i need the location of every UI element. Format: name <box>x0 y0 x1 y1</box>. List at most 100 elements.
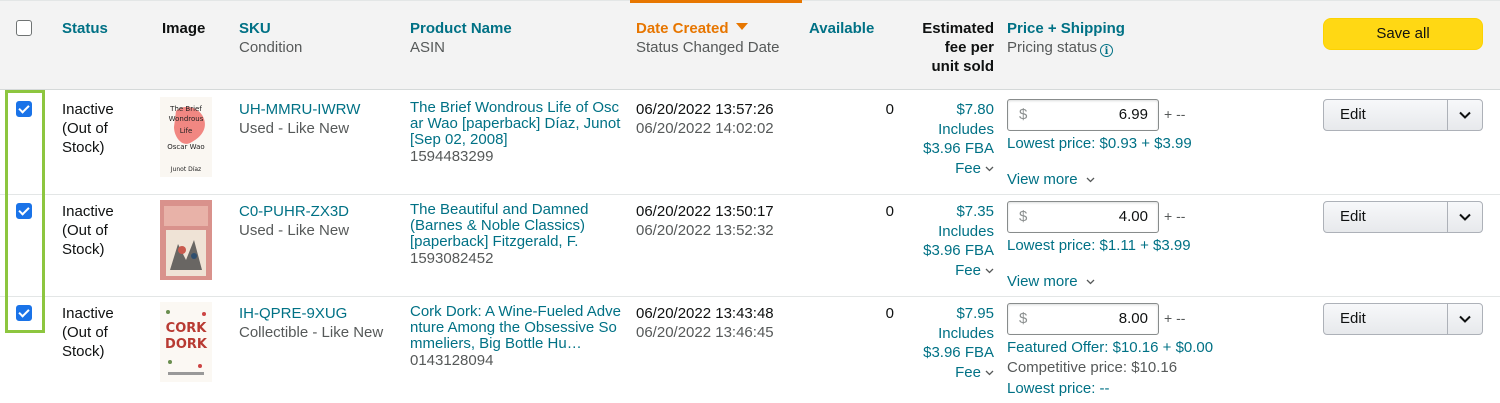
product-name-link[interactable]: The Beautiful and Damned (Barnes & Noble… <box>410 202 626 250</box>
fee-word-wrap: Fee <box>904 159 994 179</box>
condition-text: Used - Like New <box>239 120 350 137</box>
status-text: (Out of <box>62 222 108 239</box>
date-created-text: 06/20/2022 13:57:26 <box>636 101 774 118</box>
fee-fba: $3.96 FBA <box>923 344 994 361</box>
price-value: 4.00 <box>1118 208 1148 225</box>
sku-link[interactable]: IH-QPRE-9XUG <box>239 304 383 323</box>
view-more-label: View more <box>1007 273 1078 290</box>
condition-text: Collectible - Like New <box>239 324 384 341</box>
chevron-down-icon[interactable] <box>985 268 994 274</box>
sku-link[interactable]: UH-MMRU-IWRW <box>239 100 360 119</box>
lowest-price-line[interactable]: Lowest price: -- <box>1007 379 1110 398</box>
fee-amount: $7.80 <box>956 101 994 118</box>
header-fee-line1: Estimated <box>922 20 994 37</box>
date-cell: 06/20/2022 13:50:17 06/20/2022 13:52:32 <box>636 202 774 240</box>
price-input[interactable]: $ 8.00 <box>1007 303 1159 335</box>
currency-symbol: $ <box>1019 310 1028 327</box>
header-pricing-status: Pricing status <box>1007 39 1098 56</box>
fee-cell[interactable]: $7.95 Includes $3.96 FBA Fee <box>904 304 994 382</box>
price-input[interactable]: $ 4.00 <box>1007 201 1159 233</box>
sku-cell: UH-MMRU-IWRW Used - Like New <box>239 100 360 138</box>
fee-word: Fee <box>955 261 981 279</box>
status-text: Stock) <box>62 241 105 258</box>
edit-split-button: Edit <box>1323 303 1483 335</box>
header-product-name[interactable]: Product Name <box>410 19 512 38</box>
product-cell: The Brief Wondrous Life of Oscar Wao [pa… <box>410 100 624 166</box>
header-date-created-wrap[interactable]: Date Created <box>636 19 779 38</box>
row-divider <box>0 296 1500 297</box>
status-cell: Inactive (Out of Stock) <box>62 202 114 259</box>
header-status-changed-date: Status Changed Date <box>636 39 780 56</box>
header-status[interactable]: Status <box>62 19 108 38</box>
header-price-block: Price + Shipping Pricing status i <box>1007 19 1125 57</box>
price-value: 8.00 <box>1118 310 1148 327</box>
select-all-checkbox[interactable] <box>16 20 32 36</box>
row-checkbox[interactable] <box>16 101 32 117</box>
featured-offer-line[interactable]: Featured Offer: $10.16 + $0.00 <box>1007 338 1213 357</box>
pricing-status-line[interactable]: Lowest price: $1.11 + $3.99 <box>1007 236 1191 255</box>
book-cover-image: CORK DORK <box>160 302 212 382</box>
header-sku[interactable]: SKU <box>239 19 302 38</box>
product-thumbnail[interactable]: CORK DORK <box>160 302 212 382</box>
product-name-link[interactable]: Cork Dork: A Wine-Fueled Adventure Among… <box>410 304 624 352</box>
edit-button[interactable]: Edit <box>1340 208 1366 225</box>
fee-includes: Includes <box>938 324 994 342</box>
sku-link[interactable]: C0-PUHR-ZX3D <box>239 202 349 221</box>
header-fee-block: Estimated fee per unit sold <box>900 19 994 76</box>
save-all-button[interactable]: Save all <box>1323 18 1483 50</box>
svg-text:Wondrous: Wondrous <box>169 115 204 123</box>
svg-text:The Brief: The Brief <box>169 105 202 113</box>
fee-amount: $7.35 <box>956 203 994 220</box>
info-icon[interactable]: i <box>1100 44 1114 57</box>
pricing-status-line[interactable]: Lowest price: $0.93 + $3.99 <box>1007 134 1192 153</box>
date-created-text: 06/20/2022 13:43:48 <box>636 305 774 322</box>
price-input[interactable]: $ 6.99 <box>1007 99 1159 131</box>
header-condition: Condition <box>239 39 303 56</box>
chevron-down-icon[interactable] <box>1457 209 1473 225</box>
edit-button[interactable]: Edit <box>1340 310 1366 327</box>
header-sku-block: SKU Condition <box>239 19 302 57</box>
shipping-text: + -- <box>1164 208 1186 224</box>
available-value: 0 <box>885 101 894 118</box>
header-date-created[interactable]: Date Created <box>636 20 729 37</box>
header-fee-line3: unit sold <box>931 58 995 75</box>
asin-text: 1593082452 <box>410 250 494 267</box>
view-more-label: View more <box>1007 171 1078 188</box>
chevron-down-icon[interactable] <box>1457 107 1473 123</box>
fee-cell[interactable]: $7.35 Includes $3.96 FBA Fee <box>904 202 994 280</box>
button-divider <box>1447 304 1448 334</box>
header-date-block: Date Created Status Changed Date <box>636 19 779 57</box>
product-thumbnail[interactable] <box>160 200 212 280</box>
status-cell: Inactive (Out of Stock) <box>62 304 114 361</box>
product-thumbnail[interactable]: The Brief Wondrous Life Oscar Wao Junot … <box>160 97 212 177</box>
book-cover-image <box>160 200 212 280</box>
fee-cell[interactable]: $7.80 Includes $3.96 FBA Fee <box>904 100 994 178</box>
edit-button[interactable]: Edit <box>1340 106 1366 123</box>
price-value: 6.99 <box>1118 106 1148 123</box>
row-checkbox[interactable] <box>16 203 32 219</box>
row-checkbox[interactable] <box>16 305 32 321</box>
status-text: Stock) <box>62 139 105 156</box>
status-text: (Out of <box>62 120 108 137</box>
chevron-down-icon[interactable] <box>1457 311 1473 327</box>
date-cell: 06/20/2022 13:43:48 06/20/2022 13:46:45 <box>636 304 774 342</box>
fee-word: Fee <box>955 159 981 177</box>
fee-fba: $3.96 FBA <box>923 242 994 259</box>
asin-text: 1594483299 <box>410 148 494 165</box>
header-price-shipping[interactable]: Price + Shipping <box>1007 19 1125 38</box>
header-pricing-status-wrap: Pricing status i <box>1007 38 1125 57</box>
fee-amount: $7.95 <box>956 305 994 322</box>
view-more-link[interactable]: View more <box>1007 170 1095 189</box>
chevron-down-icon[interactable] <box>985 166 994 172</box>
header-available[interactable]: Available <box>809 19 874 38</box>
view-more-link[interactable]: View more <box>1007 272 1095 291</box>
edit-split-button: Edit <box>1323 99 1483 131</box>
svg-text:Oscar Wao: Oscar Wao <box>167 143 204 151</box>
button-divider <box>1447 202 1448 232</box>
status-text: (Out of <box>62 324 108 341</box>
svg-text:Junot Díaz: Junot Díaz <box>170 166 201 173</box>
status-changed-text: 06/20/2022 13:52:32 <box>636 222 774 239</box>
chevron-down-icon[interactable] <box>985 370 994 376</box>
date-created-text: 06/20/2022 13:50:17 <box>636 203 774 220</box>
product-name-link[interactable]: The Brief Wondrous Life of Oscar Wao [pa… <box>410 100 624 148</box>
